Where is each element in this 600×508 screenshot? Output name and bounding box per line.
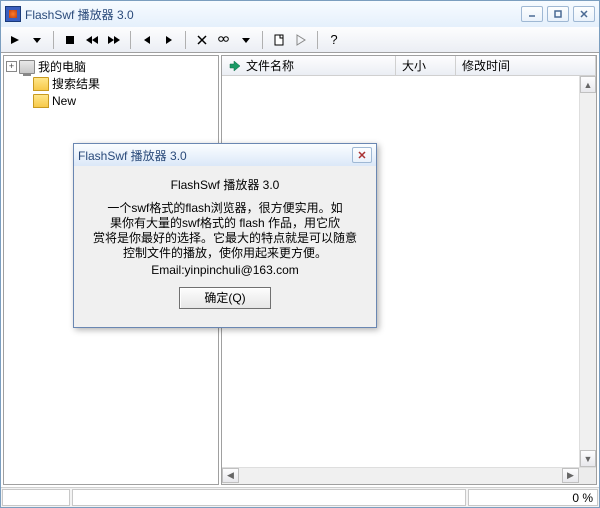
status-cell-2 [72, 489, 466, 506]
window-title: FlashSwf 播放器 3.0 [25, 6, 521, 23]
app-icon [5, 6, 21, 22]
status-cell-1 [2, 489, 70, 506]
about-description: 一个swf格式的flash浏览器，很方便实用。如 果你有大量的swf格式的 fl… [80, 201, 370, 261]
column-name[interactable]: 文件名称 [222, 56, 396, 75]
separator [185, 31, 186, 49]
help-icon[interactable]: ? [324, 30, 344, 50]
separator [262, 31, 263, 49]
separator [53, 31, 54, 49]
dialog-titlebar[interactable]: FlashSwf 播放器 3.0 ✕ [74, 144, 376, 166]
scroll-up-icon[interactable]: ▲ [580, 76, 596, 93]
tree-label: 我的电脑 [37, 58, 87, 75]
folder-icon [33, 94, 49, 108]
play-icon[interactable] [5, 30, 25, 50]
scroll-track[interactable] [239, 468, 562, 484]
computer-icon [19, 60, 35, 74]
tree-label: New [51, 94, 77, 108]
about-email: Email:yinpinchuli@163.com [80, 263, 370, 277]
scroll-down-icon[interactable]: ▼ [580, 450, 596, 467]
tree-item-search[interactable]: 搜索结果 [6, 75, 216, 92]
prev-frame-icon[interactable] [137, 30, 157, 50]
column-size[interactable]: 大小 [396, 56, 456, 75]
find-icon[interactable] [214, 30, 234, 50]
dialog-close-button[interactable]: ✕ [352, 147, 372, 163]
about-dialog: FlashSwf 播放器 3.0 ✕ FlashSwf 播放器 3.0 一个sw… [73, 143, 377, 328]
tree-item-computer[interactable]: + 我的电脑 [6, 58, 216, 75]
status-percent: 0 % [468, 489, 598, 506]
main-window: FlashSwf 播放器 3.0 ? + [0, 0, 600, 508]
statusbar: 0 % [1, 487, 599, 507]
separator [317, 31, 318, 49]
sort-arrow-icon [228, 59, 242, 73]
folder-icon [33, 77, 49, 91]
maximize-button[interactable] [547, 6, 569, 22]
tree-item-new[interactable]: New [6, 92, 216, 109]
titlebar[interactable]: FlashSwf 播放器 3.0 [1, 1, 599, 27]
minimize-button[interactable] [521, 6, 543, 22]
next-frame-icon[interactable] [159, 30, 179, 50]
toolbar: ? [1, 27, 599, 53]
scroll-left-icon[interactable]: ◀ [222, 468, 239, 483]
new-doc-icon[interactable] [269, 30, 289, 50]
stop-icon[interactable] [60, 30, 80, 50]
separator [130, 31, 131, 49]
dialog-title: FlashSwf 播放器 3.0 [78, 147, 352, 164]
list-header: 文件名称 大小 修改时间 [222, 56, 596, 76]
dropdown-icon[interactable] [236, 30, 256, 50]
close-button[interactable] [573, 6, 595, 22]
vertical-scrollbar[interactable]: ▲ ▼ [579, 76, 596, 467]
scroll-right-icon[interactable]: ▶ [562, 468, 579, 483]
column-label: 文件名称 [246, 57, 294, 74]
tree-label: 搜索结果 [51, 75, 101, 92]
horizontal-scrollbar[interactable]: ◀ ▶ [222, 467, 596, 484]
delete-icon[interactable] [192, 30, 212, 50]
run-icon[interactable] [291, 30, 311, 50]
rewind-icon[interactable] [82, 30, 102, 50]
ok-button[interactable]: 确定(Q) [179, 287, 271, 309]
scroll-corner [579, 468, 596, 484]
about-heading: FlashSwf 播放器 3.0 [80, 176, 370, 193]
expand-icon[interactable]: + [6, 61, 17, 72]
scroll-track[interactable] [580, 93, 596, 450]
column-date[interactable]: 修改时间 [456, 56, 596, 75]
fast-forward-icon[interactable] [104, 30, 124, 50]
dropdown-icon[interactable] [27, 30, 47, 50]
